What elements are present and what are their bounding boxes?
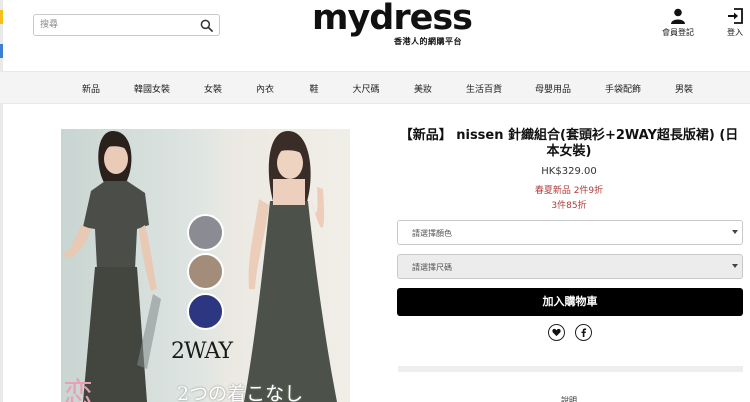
heart-icon — [552, 328, 561, 337]
edge-marker — [0, 44, 3, 58]
member-register-label: 會員登記 — [662, 28, 694, 37]
size-select[interactable]: 請選擇尺碼 — [397, 254, 743, 279]
description-label: 說明 — [561, 396, 577, 402]
color-swatch-grey — [187, 214, 224, 251]
facebook-icon — [581, 328, 587, 337]
description-tab-bar — [398, 366, 743, 372]
chevron-down-icon — [732, 230, 738, 234]
nav-item-beauty[interactable]: 美妝 — [414, 82, 432, 95]
color-select[interactable]: 請選擇顏色 — [397, 220, 743, 245]
product-title: 【新品】 nissen 針織組合(套頭衫+2WAY超長版裙) (日本女裝) — [399, 128, 739, 159]
browser-edge — [0, 0, 3, 402]
promo-text-2: 3件85折 — [551, 201, 587, 211]
image-pink-glyph: 恋 — [63, 377, 93, 402]
nav-item-korean[interactable]: 韓國女裝 — [134, 82, 170, 95]
facebook-share-button[interactable] — [575, 324, 592, 341]
login-button[interactable]: 登入 — [720, 8, 750, 38]
color-select-value: 請選擇顏色 — [412, 229, 452, 238]
category-nav: 新品 韓國女裝 女裝 內衣 鞋 大尺碼 美妝 生活百貨 母嬰用品 手袋配飾 男裝 — [0, 71, 750, 104]
product-image[interactable]: 2WAY 2つの着こなし 恋 — [61, 129, 350, 402]
nav-item-shoes[interactable]: 鞋 — [309, 82, 318, 95]
nav-item-new[interactable]: 新品 — [82, 82, 100, 95]
nav-item-accessories[interactable]: 手袋配飾 — [605, 82, 641, 95]
user-icon — [671, 8, 685, 24]
favorite-button[interactable] — [548, 324, 565, 341]
login-label: 登入 — [727, 28, 743, 37]
logo-wordmark: mydress — [312, 0, 473, 38]
add-to-cart-button[interactable]: 加入購物車 — [397, 288, 743, 316]
promo-text-1: 春夏新品 2件9折 — [534, 186, 604, 196]
color-swatch-brown — [187, 253, 224, 290]
nav-item-men[interactable]: 男裝 — [675, 82, 693, 95]
search-box[interactable] — [33, 14, 220, 36]
search-input[interactable] — [40, 17, 190, 33]
search-icon[interactable] — [200, 19, 213, 32]
nav-item-plus-size[interactable]: 大尺碼 — [352, 82, 379, 95]
size-select-value: 請選擇尺碼 — [412, 263, 452, 272]
nav-item-underwear[interactable]: 內衣 — [256, 82, 274, 95]
nav-item-living[interactable]: 生活百貨 — [466, 82, 502, 95]
chevron-down-icon — [732, 264, 738, 268]
product-price: HK$329.00 — [541, 166, 597, 177]
site-logo[interactable]: mydress 香港人的網購平台 — [312, 0, 473, 48]
member-register-button[interactable]: 會員登記 — [656, 8, 700, 38]
logo-subtitle: 香港人的網購平台 — [394, 37, 462, 46]
login-icon — [728, 8, 743, 24]
color-swatch-navy — [187, 293, 224, 330]
nav-item-baby[interactable]: 母嬰用品 — [535, 82, 571, 95]
nav-item-women[interactable]: 女裝 — [204, 82, 222, 95]
image-jp-text: 2つの着こなし — [177, 383, 304, 402]
edge-marker — [0, 10, 3, 24]
image-tagline: 2WAY — [171, 339, 233, 364]
